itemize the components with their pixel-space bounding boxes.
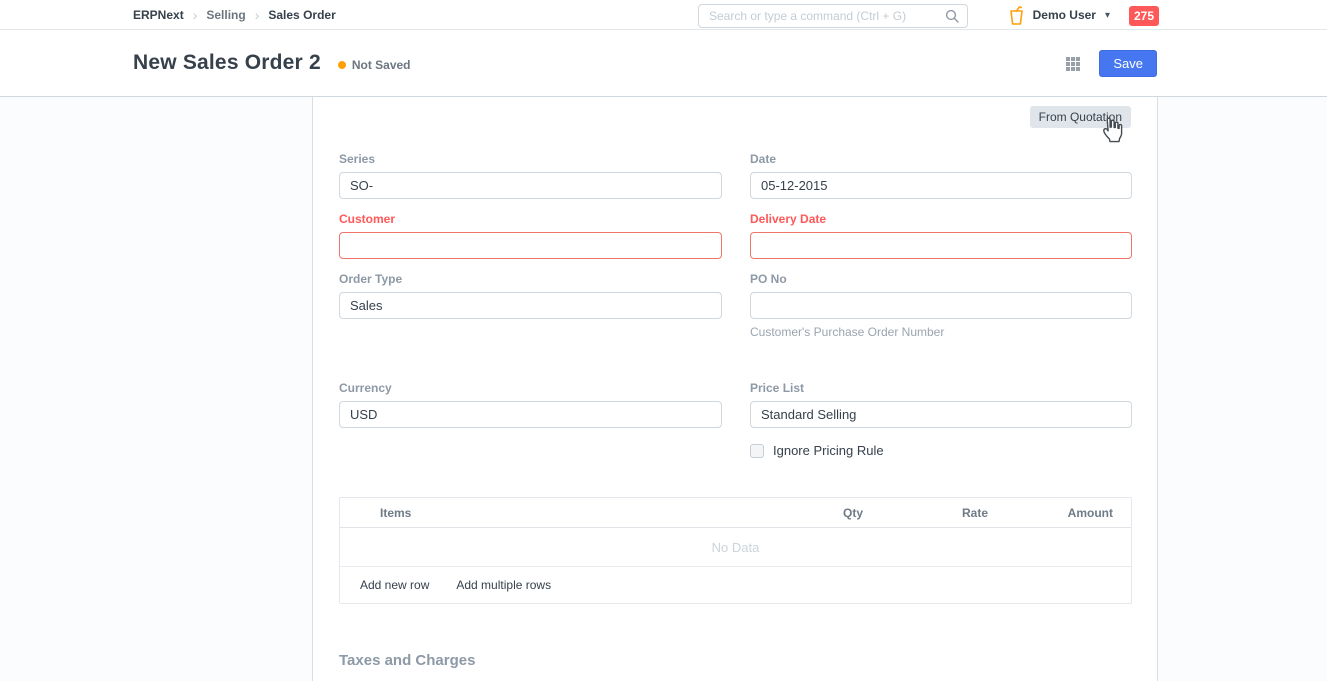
column-qty: Qty bbox=[756, 506, 881, 520]
breadcrumb: ERPNext › Selling › Sales Order bbox=[133, 0, 336, 30]
save-button[interactable]: Save bbox=[1099, 50, 1157, 77]
chevron-right-icon: › bbox=[255, 7, 260, 23]
date-input[interactable] bbox=[750, 172, 1132, 199]
chevron-right-icon: › bbox=[193, 7, 198, 23]
field-series: Series bbox=[339, 152, 722, 199]
status-text: Not Saved bbox=[352, 58, 411, 72]
field-customer: Customer bbox=[339, 212, 722, 259]
status-indicator: Not Saved bbox=[338, 58, 411, 72]
page-title: New Sales Order 2 bbox=[133, 51, 321, 75]
cup-icon bbox=[1009, 6, 1024, 25]
form-grid-currency: Currency Price List Ignore Pricing Rule bbox=[339, 381, 1131, 458]
global-search bbox=[698, 4, 968, 28]
page-head: New Sales Order 2 Not Saved Save bbox=[0, 30, 1327, 97]
top-navbar: ERPNext › Selling › Sales Order D bbox=[0, 0, 1327, 30]
column-amount: Amount bbox=[1006, 506, 1131, 520]
add-multiple-rows-button[interactable]: Add multiple rows bbox=[456, 578, 551, 592]
ignore-pricing-rule-checkbox[interactable] bbox=[750, 444, 764, 458]
column-rate: Rate bbox=[881, 506, 1006, 520]
column-items: Items bbox=[340, 506, 756, 520]
breadcrumb-sales-order[interactable]: Sales Order bbox=[268, 8, 335, 22]
field-price-list: Price List bbox=[750, 381, 1132, 428]
page-head-actions: Save bbox=[1066, 30, 1157, 97]
po-no-input[interactable] bbox=[750, 292, 1132, 319]
series-label: Series bbox=[339, 152, 722, 166]
order-type-label: Order Type bbox=[339, 272, 722, 286]
ignore-pricing-rule-label: Ignore Pricing Rule bbox=[773, 443, 884, 458]
search-icon[interactable] bbox=[945, 9, 959, 23]
date-label: Date bbox=[750, 152, 1132, 166]
field-currency: Currency bbox=[339, 381, 722, 428]
search-input[interactable] bbox=[699, 9, 945, 23]
caret-down-icon: ▾ bbox=[1105, 10, 1110, 21]
series-input[interactable] bbox=[339, 172, 722, 199]
delivery-date-input[interactable] bbox=[750, 232, 1132, 259]
items-table-header: Items Qty Rate Amount bbox=[340, 498, 1131, 528]
user-menu[interactable]: Demo User ▾ bbox=[1009, 0, 1110, 30]
price-list-label: Price List bbox=[750, 381, 1132, 395]
currency-input[interactable] bbox=[339, 401, 722, 428]
currency-label: Currency bbox=[339, 381, 722, 395]
items-table: Items Qty Rate Amount No Data Add new ro… bbox=[339, 497, 1132, 604]
field-date: Date bbox=[750, 152, 1132, 199]
notifications-badge[interactable]: 275 bbox=[1129, 6, 1159, 26]
customer-label: Customer bbox=[339, 212, 722, 226]
dot-icon bbox=[338, 61, 346, 69]
delivery-date-label: Delivery Date bbox=[750, 212, 1132, 226]
field-delivery-date: Delivery Date bbox=[750, 212, 1132, 259]
form-panel: From Quotation Series Date Customer Deli… bbox=[312, 97, 1158, 681]
po-no-description: Customer's Purchase Order Number bbox=[750, 325, 1132, 339]
field-order-type: Order Type bbox=[339, 272, 722, 339]
grid-menu-icon[interactable] bbox=[1066, 57, 1080, 71]
po-no-label: PO No bbox=[750, 272, 1132, 286]
field-ignore-pricing-rule: Ignore Pricing Rule bbox=[750, 443, 1132, 458]
breadcrumb-selling[interactable]: Selling bbox=[206, 8, 245, 22]
order-type-select[interactable] bbox=[339, 292, 722, 319]
items-table-footer: Add new row Add multiple rows bbox=[340, 567, 1131, 603]
form-grid-main: Series Date Customer Delivery Date Order… bbox=[339, 152, 1131, 339]
erpnext-app-window: ERPNext › Selling › Sales Order D bbox=[0, 0, 1327, 681]
customer-input[interactable] bbox=[339, 232, 722, 259]
items-table-empty-state: No Data bbox=[340, 528, 1131, 567]
user-menu-label: Demo User bbox=[1033, 8, 1096, 22]
add-new-row-button[interactable]: Add new row bbox=[360, 578, 429, 592]
price-list-input[interactable] bbox=[750, 401, 1132, 428]
breadcrumb-erpnext[interactable]: ERPNext bbox=[133, 8, 184, 22]
field-po-no: PO No Customer's Purchase Order Number bbox=[750, 272, 1132, 339]
content-area: From Quotation Series Date Customer Deli… bbox=[0, 97, 1327, 681]
taxes-section-heading: Taxes and Charges bbox=[339, 652, 1131, 669]
from-quotation-button[interactable]: From Quotation bbox=[1030, 106, 1131, 128]
